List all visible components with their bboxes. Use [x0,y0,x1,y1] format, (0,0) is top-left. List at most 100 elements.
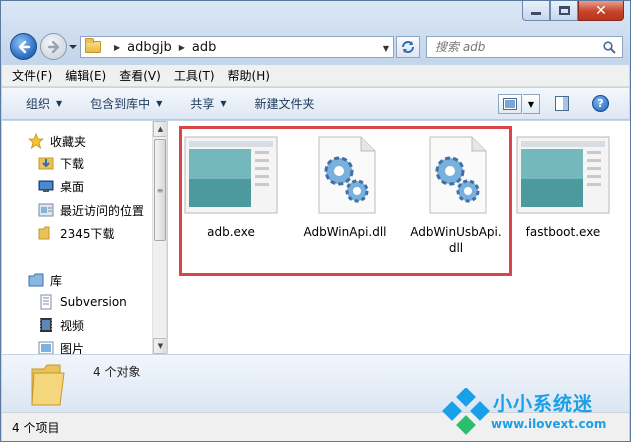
refresh-icon [402,41,414,53]
file-name: AdbWinApi.dll [303,225,387,239]
address-bar[interactable]: ▶ adbgjb ▶ adb ▼ [80,36,394,58]
scroll-up-icon[interactable]: ▲ [153,121,166,137]
nav-2345-downloads-label: 2345下载 [60,226,115,241]
file-item[interactable]: AdbWinUsbApi.dll [401,135,511,256]
view-options-dropdown[interactable]: ▼ [523,94,540,114]
library-icon [28,272,44,288]
file-list: adb.exe AdbWinApi.dll AdbWinUsbApi.dll f… [168,121,630,354]
forward-button[interactable] [40,33,67,60]
address-dropdown-icon[interactable]: ▼ [383,44,389,53]
nav-favorites-label: 收藏夹 [50,134,87,149]
desktop-icon [38,178,54,194]
breadcrumb-adb[interactable]: adb [192,40,216,55]
scroll-down-icon[interactable]: ▼ [153,338,166,354]
menu-bar: 文件(F) 编辑(E) 查看(V) 工具(T) 帮助(H) [2,65,629,87]
recent-places-icon [38,202,54,218]
nav-desktop-label: 桌面 [60,179,85,194]
watermark-title: 小小系统迷 [493,393,594,415]
explorer-window: ✕ ▶ adbgjb ▶ adb ▼ 文件(F) 编辑(E) 查看(V) 工具(… [0,0,631,442]
menu-edit[interactable]: 编辑(E) [65,67,106,84]
watermark: 小小系统迷 www.ilovext.com [439,383,629,441]
nav-downloads-label: 下载 [60,156,85,171]
chevron-down-icon: ▼ [156,99,163,108]
star-icon [28,133,44,149]
nav-desktop[interactable]: 桌面 [38,176,84,196]
scroll-thumb[interactable]: ≡ [154,139,166,241]
maximize-icon [558,6,570,15]
search-box [426,36,623,58]
close-icon: ✕ [595,2,607,19]
arrow-right-icon [47,40,59,53]
nav-scrollbar[interactable]: ▲ ≡ ▼ [152,121,166,354]
nav-library-label: 库 [50,273,63,288]
help-icon: ? [597,97,604,110]
navigation-pane: 收藏夹 下载 桌面 最近访问的位置 2345下载 库 Subversion 视频… [2,121,167,354]
caption-buttons: ✕ [522,1,624,21]
dll-gears-icon [318,136,376,214]
file-name: AdbWinUsbApi.dll [410,225,502,255]
share-label: 共享 [190,97,215,111]
video-icon [38,317,54,333]
arrow-left-icon [18,40,30,53]
view-icon [503,98,517,110]
organize-label: 组织 [26,97,51,111]
close-button[interactable]: ✕ [578,1,624,21]
exe-window-icon [184,136,278,214]
nav-subversion[interactable]: Subversion [38,292,127,312]
file-item[interactable]: fastboot.exe [513,135,613,240]
share-button[interactable]: 共享 ▼ [190,95,226,112]
menu-tools[interactable]: 工具(T) [174,67,215,84]
organize-button[interactable]: 组织 ▼ [26,95,62,112]
maximize-button[interactable] [550,1,578,21]
nav-2345-downloads[interactable]: 2345下载 [38,223,115,243]
chevron-down-icon: ▼ [527,99,535,109]
nav-downloads[interactable]: 下载 [38,153,84,173]
breadcrumb-separator-icon[interactable]: ▶ [179,43,185,52]
file-name: fastboot.exe [525,225,601,239]
preview-pane-button[interactable] [555,96,569,111]
downloads-folder-icon [38,155,54,171]
nav-videos-label: 视频 [60,318,85,333]
exe-window-icon [516,136,610,214]
chevron-down-icon: ▼ [220,99,227,108]
include-in-library-label: 包含到库中 [90,97,151,111]
nav-pictures-label: 图片 [60,341,85,355]
history-dropdown-icon[interactable] [68,43,78,51]
search-input[interactable] [435,40,595,54]
dll-gears-icon [429,136,487,214]
document-library-icon [38,294,54,310]
nav-videos[interactable]: 视频 [38,315,84,335]
picture-icon [38,340,54,354]
include-in-library-button[interactable]: 包含到库中 ▼ [90,95,162,112]
menu-view[interactable]: 查看(V) [119,67,161,84]
file-name: adb.exe [207,225,255,239]
item-count: 4 个对象 [93,365,141,379]
file-item[interactable]: adb.exe [181,135,281,240]
nav-pictures[interactable]: 图片 [38,338,84,354]
command-bar: 组织 ▼ 包含到库中 ▼ 共享 ▼ 新建文件夹 ▼ ? [2,88,629,120]
menu-help[interactable]: 帮助(H) [228,67,270,84]
folder-icon [38,225,54,241]
new-folder-button[interactable]: 新建文件夹 [255,95,315,112]
help-button[interactable]: ? [592,95,609,112]
refresh-button[interactable] [396,36,420,58]
folder-icon [31,364,65,406]
menu-file[interactable]: 文件(F) [12,67,52,84]
breadcrumb-adbgjb[interactable]: adbgjb [127,40,172,55]
nav-favorites[interactable]: 收藏夹 [28,131,86,151]
nav-recent-places-label: 最近访问的位置 [60,203,145,218]
watermark-url: www.ilovext.com [491,417,607,431]
chevron-down-icon: ▼ [56,99,63,108]
nav-library[interactable]: 库 [28,270,62,290]
change-view-button[interactable] [498,94,522,114]
nav-subversion-label: Subversion [60,295,127,309]
watermark-logo-icon [442,388,490,435]
back-button[interactable] [10,33,37,60]
search-icon[interactable] [603,41,616,54]
status-text: 4 个项目 [12,420,60,435]
minimize-icon [531,12,541,15]
breadcrumb-separator-icon[interactable]: ▶ [114,43,120,52]
minimize-button[interactable] [522,1,550,21]
nav-recent-places[interactable]: 最近访问的位置 [38,200,144,220]
file-item[interactable]: AdbWinApi.dll [295,135,395,240]
